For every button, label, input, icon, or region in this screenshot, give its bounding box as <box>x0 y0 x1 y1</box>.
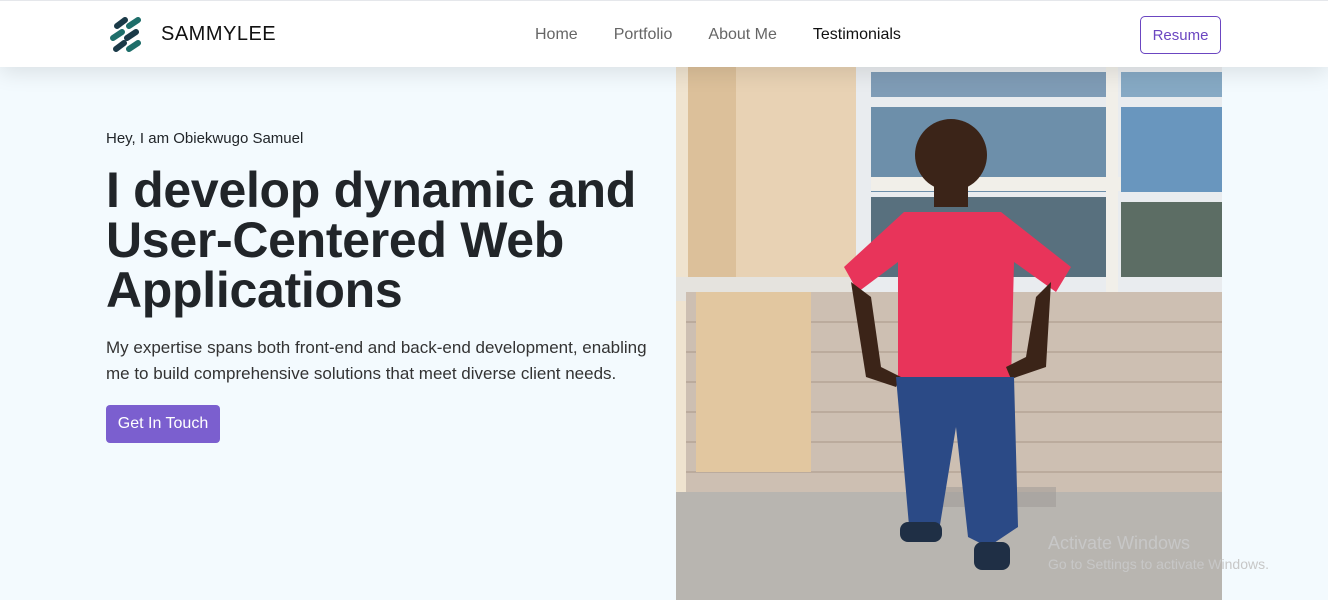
hero-section: Hey, I am Obiekwugo Samuel I develop dyn… <box>106 130 666 443</box>
brand-logo-icon <box>110 17 141 52</box>
nav-link-about-me[interactable]: About Me <box>708 26 776 43</box>
brand[interactable]: SAMMYLEE <box>108 16 276 53</box>
hero-description: My expertise spans both front-end and ba… <box>106 338 647 383</box>
get-in-touch-button[interactable]: Get In Touch <box>106 405 220 443</box>
profile-photo-image <box>676 67 1222 600</box>
hero-greeting: Hey, I am Obiekwugo Samuel <box>106 130 304 147</box>
hero-headline: I develop dynamic and User-Centered Web … <box>106 162 636 318</box>
windows-watermark-subtitle: Go to Settings to activate Windows. <box>1048 556 1269 572</box>
nav-link-portfolio[interactable]: Portfolio <box>614 26 673 43</box>
resume-button[interactable]: Resume <box>1140 16 1221 54</box>
nav-link-home[interactable]: Home <box>535 26 578 43</box>
windows-watermark-title: Activate Windows <box>1048 533 1191 553</box>
nav-links: Home Portfolio About Me Testimonials <box>535 26 901 44</box>
profile-photo <box>676 67 1222 600</box>
navbar: SAMMYLEE Home Portfolio About Me Testimo… <box>0 0 1328 67</box>
nav-link-testimonials[interactable]: Testimonials <box>813 26 901 43</box>
brand-name: SAMMYLEE <box>161 23 277 45</box>
